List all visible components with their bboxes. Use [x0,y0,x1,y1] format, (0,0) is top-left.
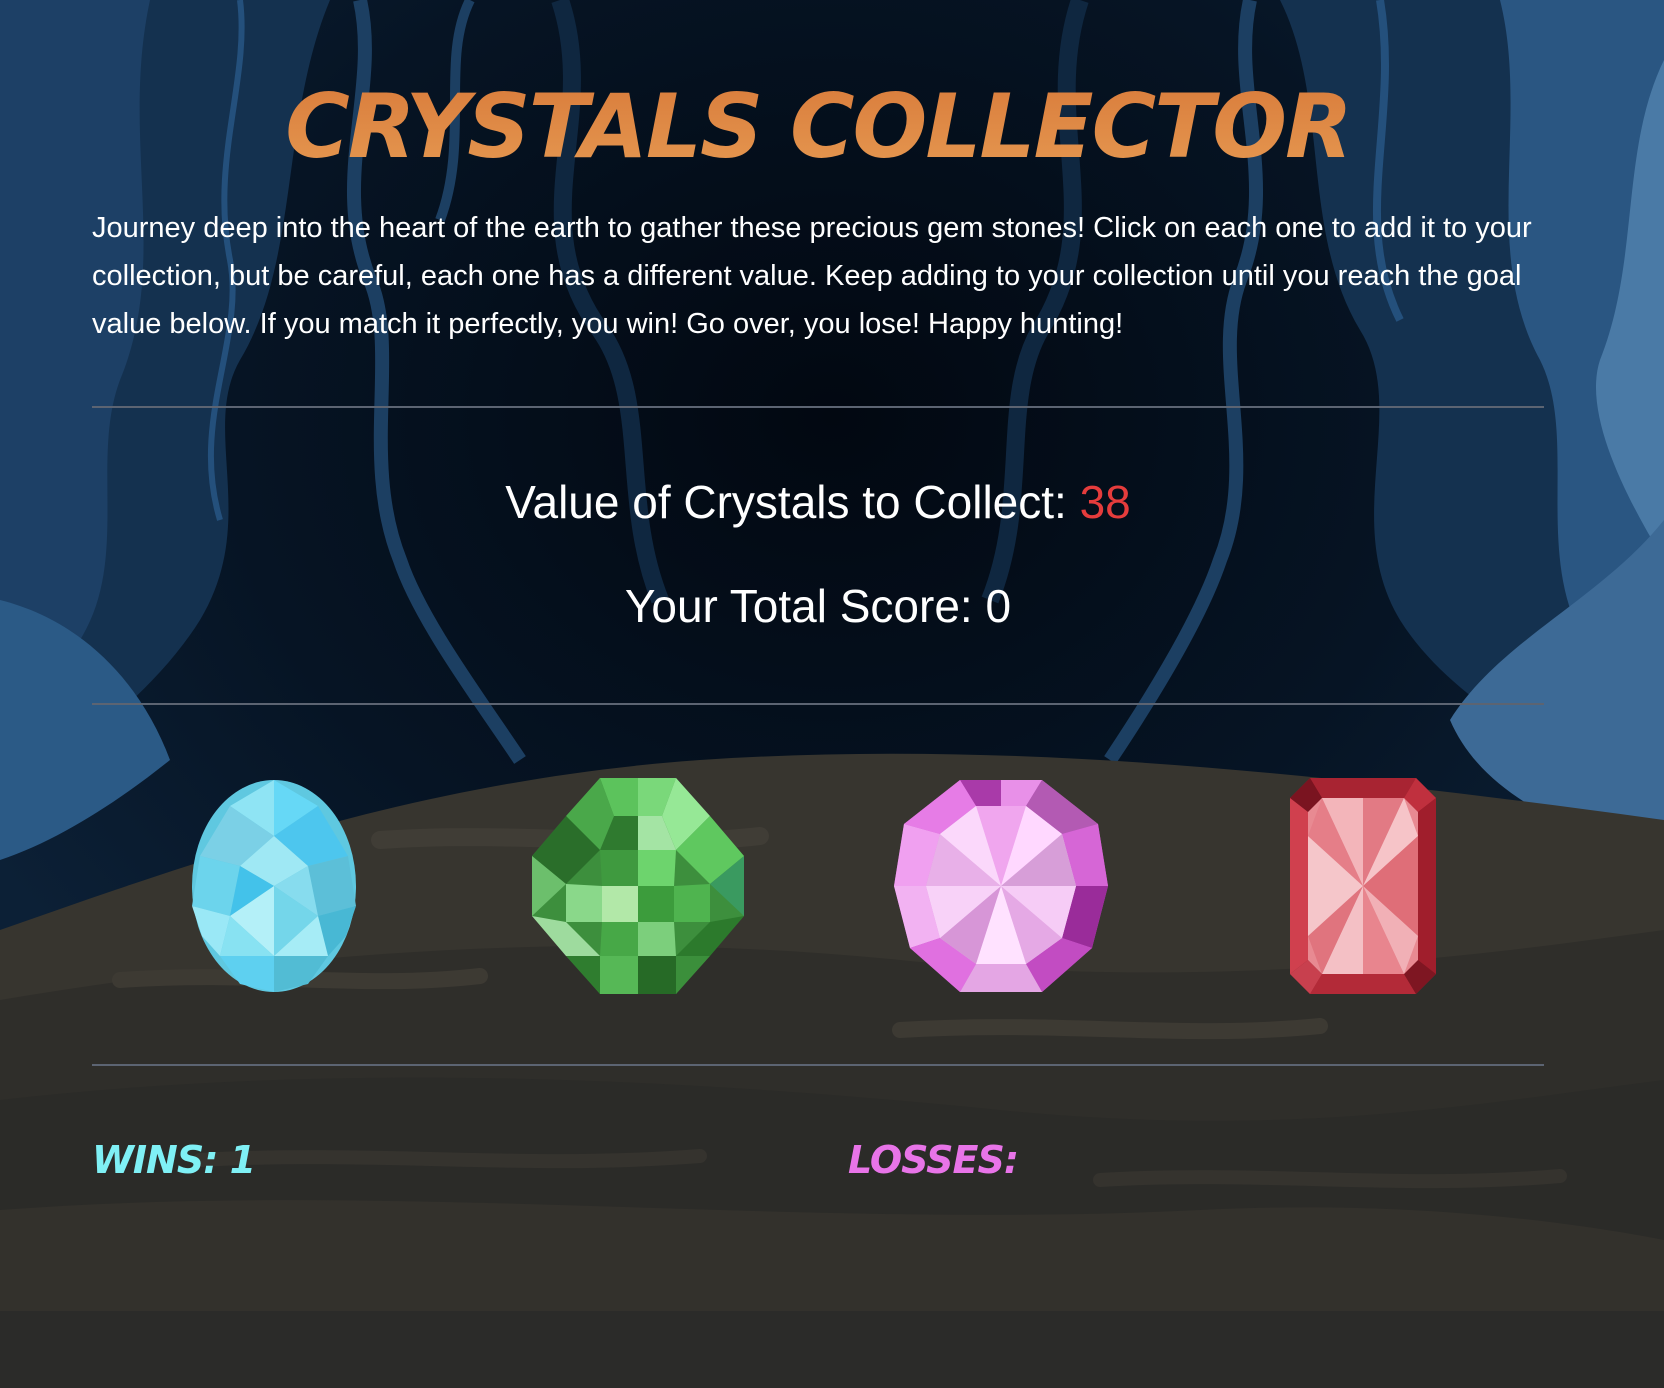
score-label: Your Total Score: [624,580,986,632]
game-stage: CRYSTALS COLLECTOR Journey deep into the… [0,0,1664,1388]
losses-label: LOSSES: [848,1138,1019,1182]
page-footer-band [0,1311,1664,1388]
score-line: Your Total Score: 0 [92,574,1544,638]
wins-counter: WINS: 1 [92,1138,256,1182]
pink-round-crystal[interactable] [892,776,1110,996]
wins-label: WINS: [92,1138,230,1182]
page-title: CRYSTALS COLLECTOR [92,72,1544,182]
losses-counter: LOSSES: [848,1138,1019,1182]
green-square-crystal[interactable] [530,776,746,996]
blue-oval-crystal[interactable] [190,776,358,996]
score-value: 0 [985,580,1012,632]
goal-value: 38 [1079,476,1131,528]
divider-middle [92,703,1544,705]
intro-text: Journey deep into the heart of the earth… [92,212,1532,340]
divider-bottom [92,1064,1544,1066]
goal-label: Value of Crystals to Collect: [505,476,1080,528]
red-emerald-cut-crystal[interactable] [1288,776,1438,996]
divider-top [92,406,1544,408]
goal-line: Value of Crystals to Collect: 38 [92,470,1544,534]
wins-value: 1 [229,1138,256,1182]
